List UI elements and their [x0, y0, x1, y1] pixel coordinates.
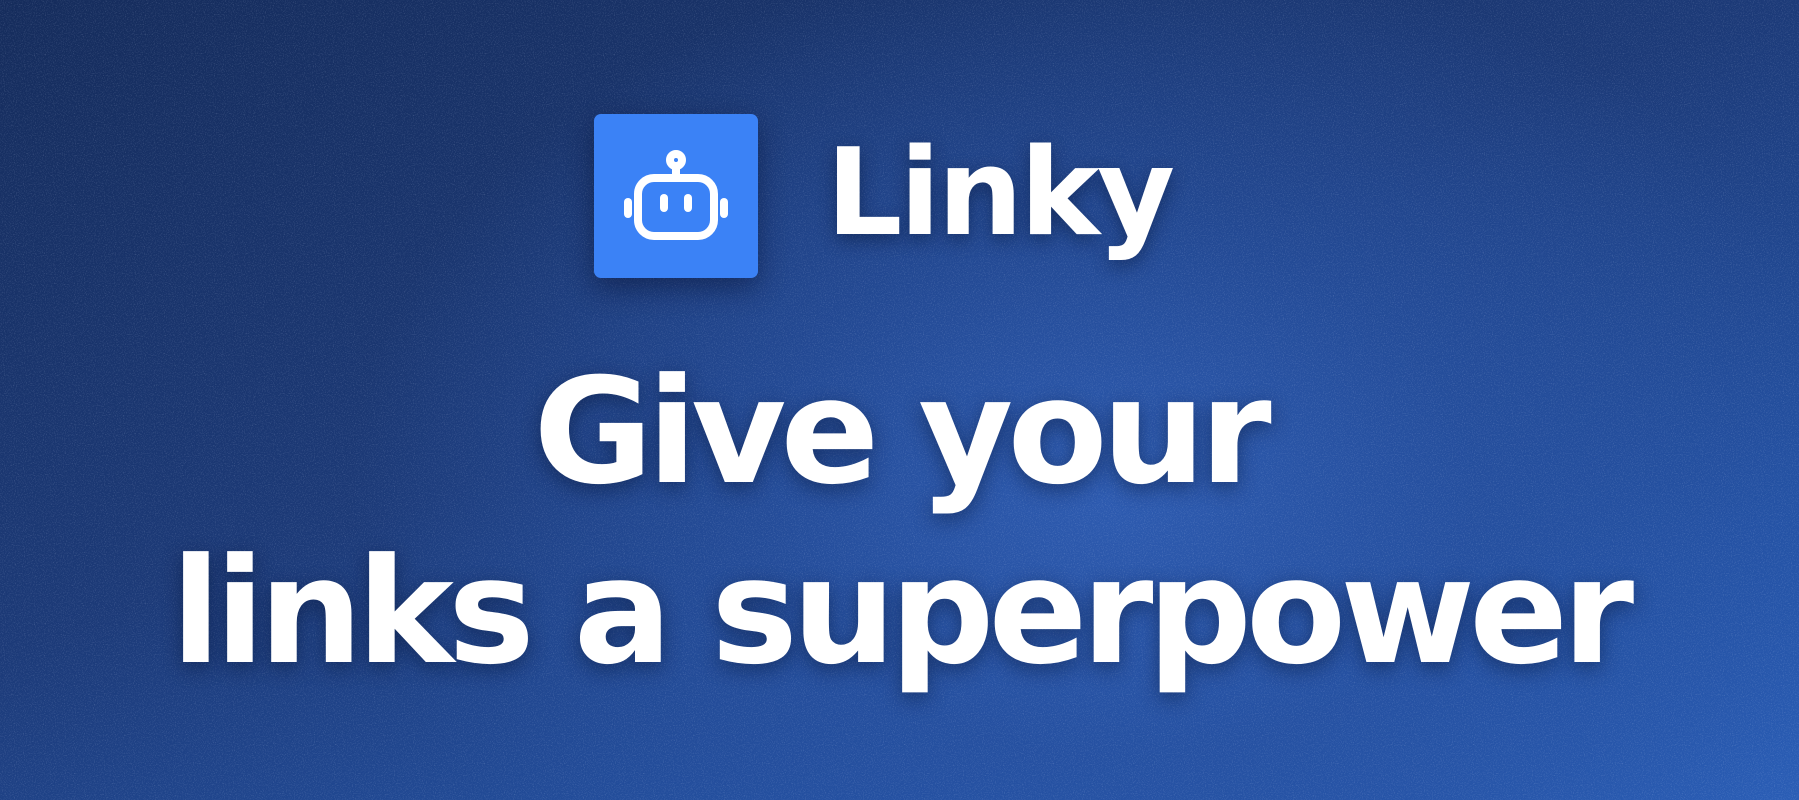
headline-line-2: links a superpower: [170, 527, 1634, 697]
logo: [594, 114, 758, 278]
brand-name: Linky: [826, 124, 1175, 263]
hero-headline: Give your links a superpower: [0, 342, 1799, 702]
headline-line-1: Give your: [533, 347, 1271, 517]
brand-header: Linky: [594, 114, 1184, 280]
robot-icon: [624, 150, 728, 240]
